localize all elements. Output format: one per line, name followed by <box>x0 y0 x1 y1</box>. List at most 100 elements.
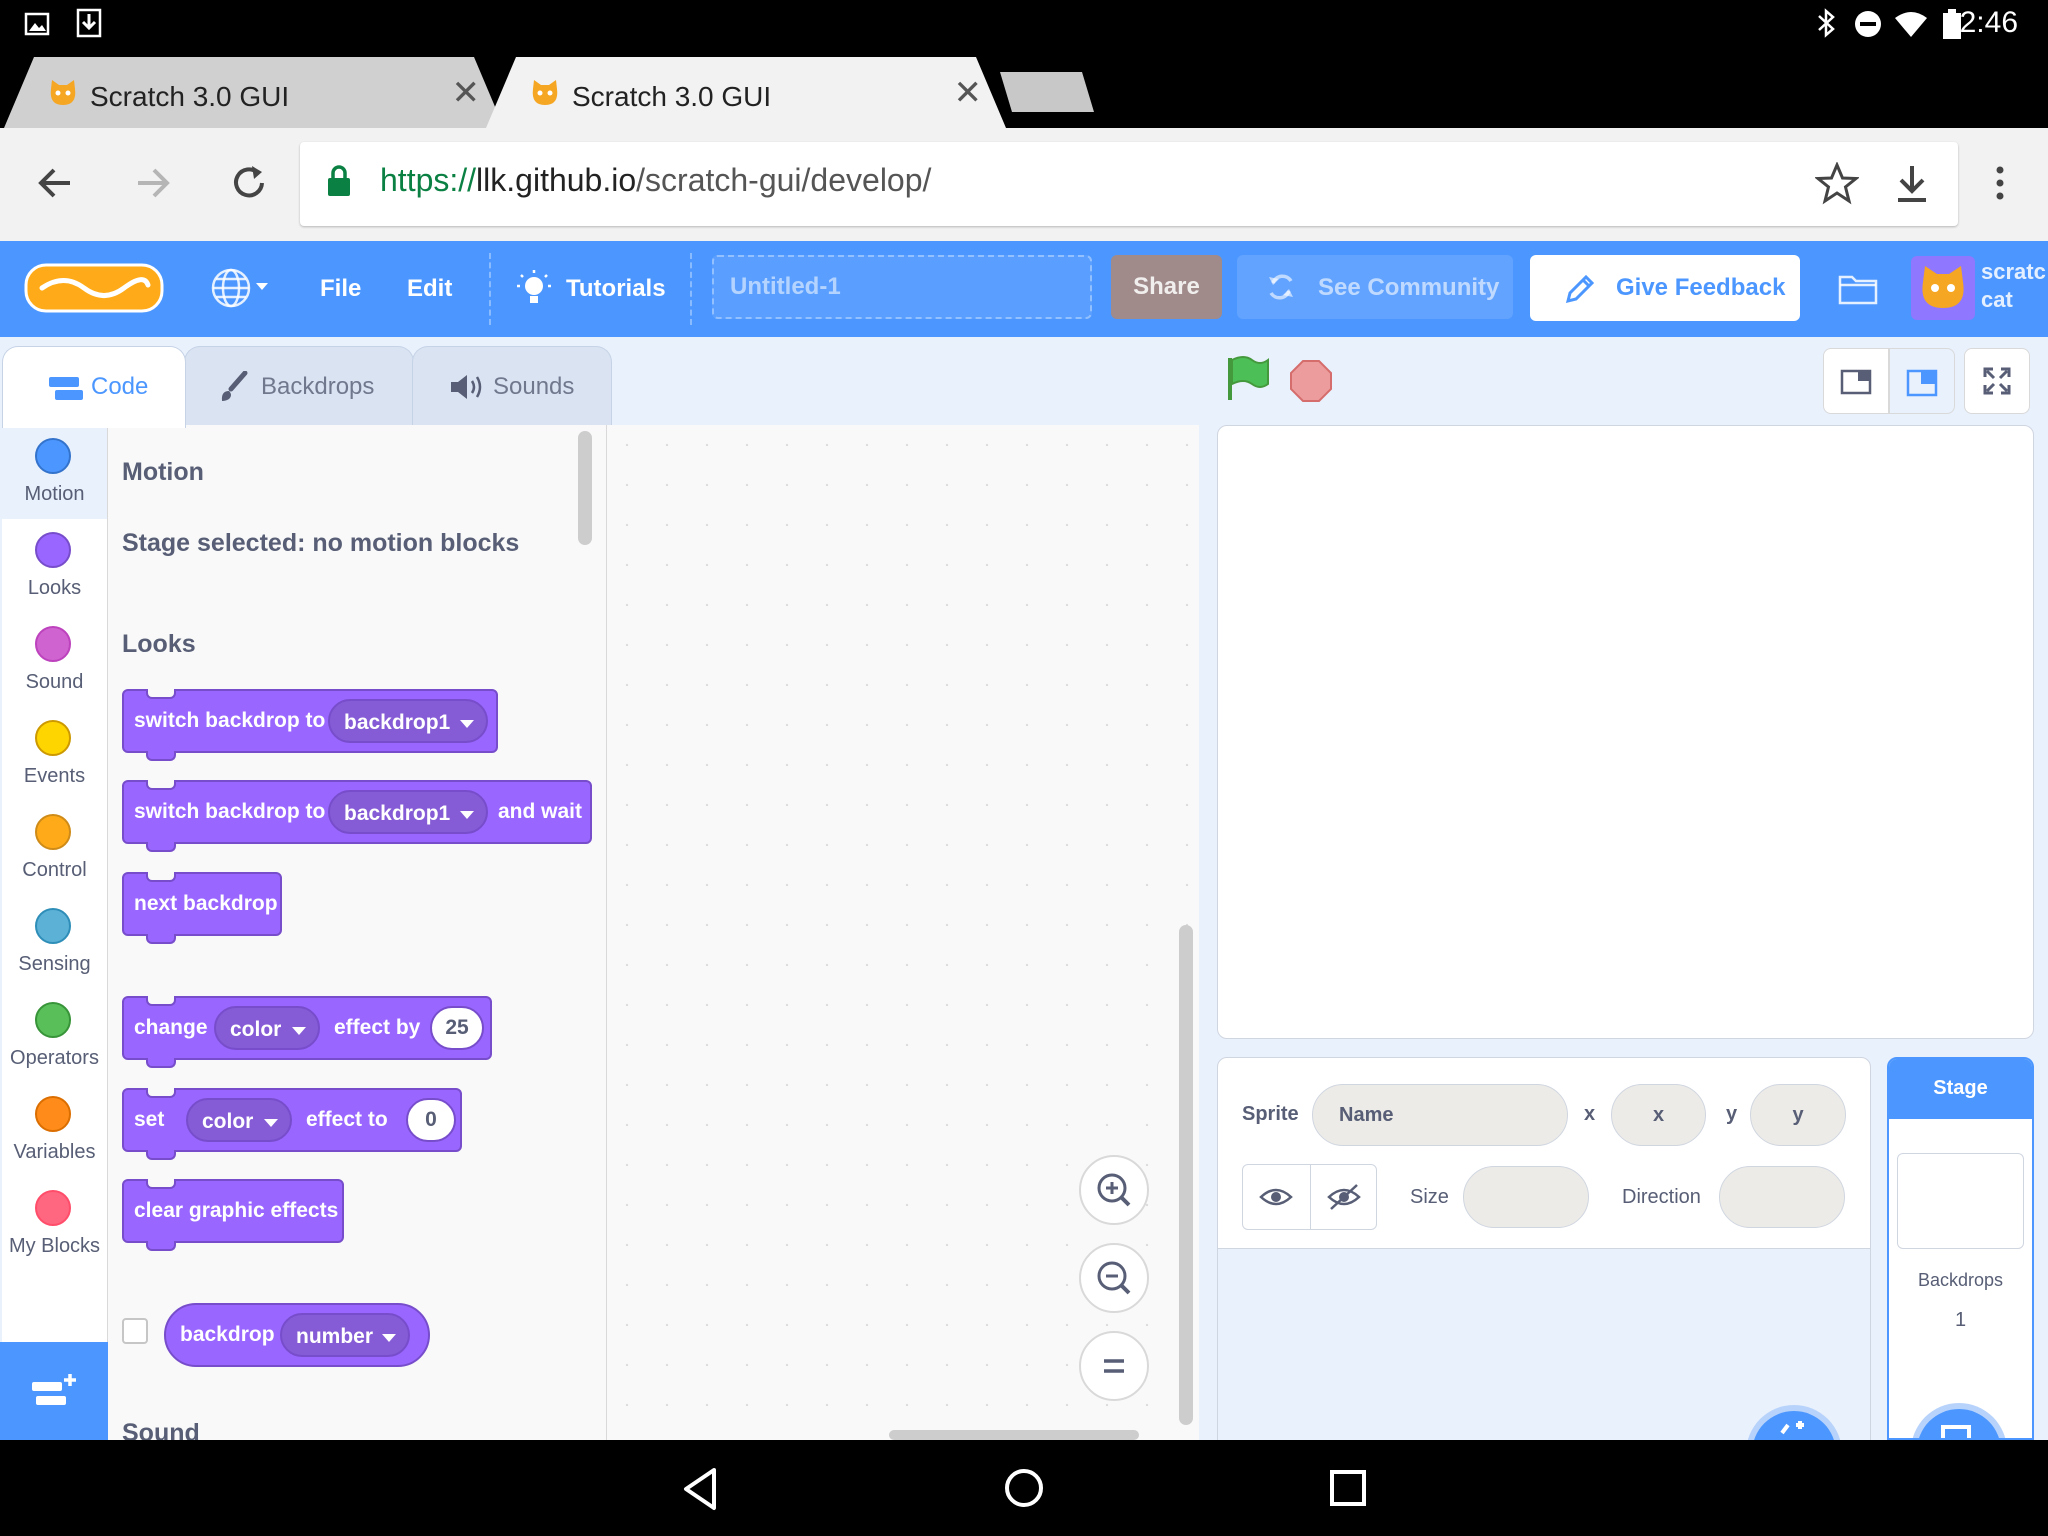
wifi-icon <box>1895 12 1927 37</box>
x-input[interactable]: x <box>1611 1084 1706 1146</box>
bookmark-star-icon[interactable] <box>1815 162 1859 206</box>
category-operators[interactable]: Operators <box>2 989 107 1083</box>
browser-tab-title: Scratch 3.0 GUI <box>90 81 290 112</box>
tutorials-button[interactable]: Tutorials <box>566 275 666 303</box>
next-backdrop-block[interactable]: next backdrop <box>122 872 282 944</box>
normal-stage-icon <box>1906 369 1938 397</box>
url-scheme: https:// <box>380 162 477 198</box>
category-dot <box>35 438 71 474</box>
browser-tab-1[interactable]: Scratch 3.0 GUI ✕ <box>4 57 504 128</box>
clear-graphic-effects-block[interactable]: clear graphic effects <box>122 1179 344 1251</box>
project-title-input[interactable]: Untitled-1 <box>712 255 1092 319</box>
category-sound[interactable]: Sound <box>2 613 107 707</box>
tab-sounds[interactable]: Sounds <box>412 346 612 426</box>
zoom-in-button[interactable] <box>1079 1155 1149 1225</box>
address-bar[interactable]: https://llk.github.io/scratch-gui/develo… <box>300 142 1958 226</box>
pencil-icon <box>1565 274 1595 304</box>
file-menu[interactable]: File <box>320 275 361 303</box>
equals-icon <box>1104 1359 1124 1373</box>
effect-value-input[interactable]: 0 <box>406 1098 456 1142</box>
nav-back-icon[interactable] <box>680 1466 722 1512</box>
switch-backdrop-and-wait-block[interactable]: switch backdrop to backdrop1 and wait <box>122 780 592 852</box>
effect-dropdown[interactable]: color <box>214 1006 320 1050</box>
backdrop-property-dropdown[interactable]: number <box>280 1313 410 1357</box>
effect-amount-input[interactable]: 25 <box>430 1006 484 1050</box>
workspace-horizontal-scrollbar[interactable] <box>889 1430 1139 1440</box>
block-text: effect by <box>334 1016 421 1039</box>
category-label: Variables <box>13 1141 96 1163</box>
sprite-name-input[interactable]: Name <box>1312 1084 1568 1146</box>
category-my-blocks[interactable]: My Blocks <box>2 1177 107 1271</box>
backdrop-reporter-checkbox[interactable] <box>122 1318 148 1344</box>
normal-stage-button[interactable] <box>1889 348 1955 414</box>
menu-divider <box>690 253 692 325</box>
stage-thumbnail[interactable] <box>1897 1153 2024 1249</box>
zoom-reset-button[interactable] <box>1079 1331 1149 1401</box>
small-stage-button[interactable] <box>1823 348 1889 414</box>
more-options-icon[interactable] <box>1975 158 2025 208</box>
username-line-2[interactable]: cat <box>1981 287 2013 313</box>
tab-code[interactable]: Code <box>2 346 186 428</box>
workspace-vertical-scrollbar[interactable] <box>1179 925 1193 1425</box>
stop-sign-icon[interactable] <box>1288 358 1334 404</box>
flyout-scrollbar[interactable] <box>578 431 592 545</box>
zoom-out-button[interactable] <box>1079 1243 1149 1313</box>
add-backdrop-button[interactable] <box>1911 1403 2007 1438</box>
hide-sprite-button[interactable] <box>1311 1165 1377 1229</box>
lock-icon[interactable] <box>326 164 352 198</box>
username-line-1[interactable]: scratc <box>1981 259 2046 285</box>
nav-recents-icon[interactable] <box>1328 1468 1368 1508</box>
give-feedback-button[interactable]: Give Feedback <box>1530 255 1800 321</box>
share-button[interactable]: Share <box>1111 255 1222 319</box>
category-control[interactable]: Control <box>2 801 107 895</box>
forward-arrow-icon[interactable] <box>128 158 178 208</box>
user-avatar[interactable] <box>1911 256 1975 320</box>
category-looks[interactable]: Looks <box>2 519 107 613</box>
edit-menu[interactable]: Edit <box>407 275 452 303</box>
close-tab-icon[interactable]: ✕ <box>954 73 983 113</box>
tutorials-lightbulb-icon[interactable] <box>516 269 552 313</box>
show-sprite-button[interactable] <box>1243 1165 1311 1229</box>
direction-label: Direction <box>1622 1186 1701 1208</box>
tab-backdrops[interactable]: Backdrops <box>184 346 414 426</box>
category-dot <box>35 814 71 850</box>
speaker-icon <box>451 375 482 399</box>
language-globe-icon[interactable] <box>210 267 274 309</box>
download-page-icon[interactable] <box>1892 162 1932 206</box>
add-extension-button[interactable] <box>0 1342 108 1440</box>
close-tab-icon[interactable]: ✕ <box>452 73 481 113</box>
back-arrow-icon[interactable] <box>30 158 80 208</box>
change-effect-block[interactable]: change color effect by 25 <box>122 996 492 1068</box>
category-events[interactable]: Events <box>2 707 107 801</box>
category-dot <box>35 908 71 944</box>
dropdown-arrow-icon <box>460 811 474 819</box>
stage-canvas[interactable] <box>1217 425 2034 1039</box>
backdrop-number-reporter[interactable]: backdrop number <box>164 1303 430 1367</box>
my-stuff-folder-icon[interactable] <box>1838 271 1878 305</box>
stage-target-panel[interactable]: Stage Backdrops 1 <box>1887 1057 2034 1440</box>
nav-home-icon[interactable] <box>1002 1466 1046 1510</box>
backdrop-dropdown[interactable]: backdrop1 <box>328 790 488 834</box>
browser-tab-2-active[interactable]: Scratch 3.0 GUI ✕ <box>486 57 1006 128</box>
give-feedback-label: Give Feedback <box>1616 274 1786 301</box>
scratch-logo[interactable] <box>24 261 164 315</box>
size-input[interactable] <box>1463 1166 1589 1228</box>
green-flag-icon[interactable] <box>1224 354 1272 404</box>
see-community-button[interactable]: See Community <box>1237 255 1513 319</box>
block-text: switch backdrop to <box>134 709 326 732</box>
script-workspace[interactable] <box>607 425 1199 1440</box>
switch-backdrop-block[interactable]: switch backdrop to backdrop1 <box>122 689 498 761</box>
category-motion[interactable]: Motion <box>2 425 107 519</box>
y-input[interactable]: y <box>1750 1084 1846 1146</box>
direction-input[interactable] <box>1719 1166 1845 1228</box>
reload-icon[interactable] <box>224 158 274 208</box>
category-sensing[interactable]: Sensing <box>2 895 107 989</box>
new-tab-button[interactable] <box>1000 72 1094 112</box>
category-variables[interactable]: Variables <box>2 1083 107 1177</box>
effect-dropdown[interactable]: color <box>186 1098 292 1142</box>
dropdown-arrow-icon <box>264 1119 278 1127</box>
fullscreen-button[interactable] <box>1964 348 2030 414</box>
see-community-label: See Community <box>1318 274 1500 301</box>
backdrop-dropdown[interactable]: backdrop1 <box>328 699 488 743</box>
set-effect-block[interactable]: set color effect to 0 <box>122 1088 462 1160</box>
